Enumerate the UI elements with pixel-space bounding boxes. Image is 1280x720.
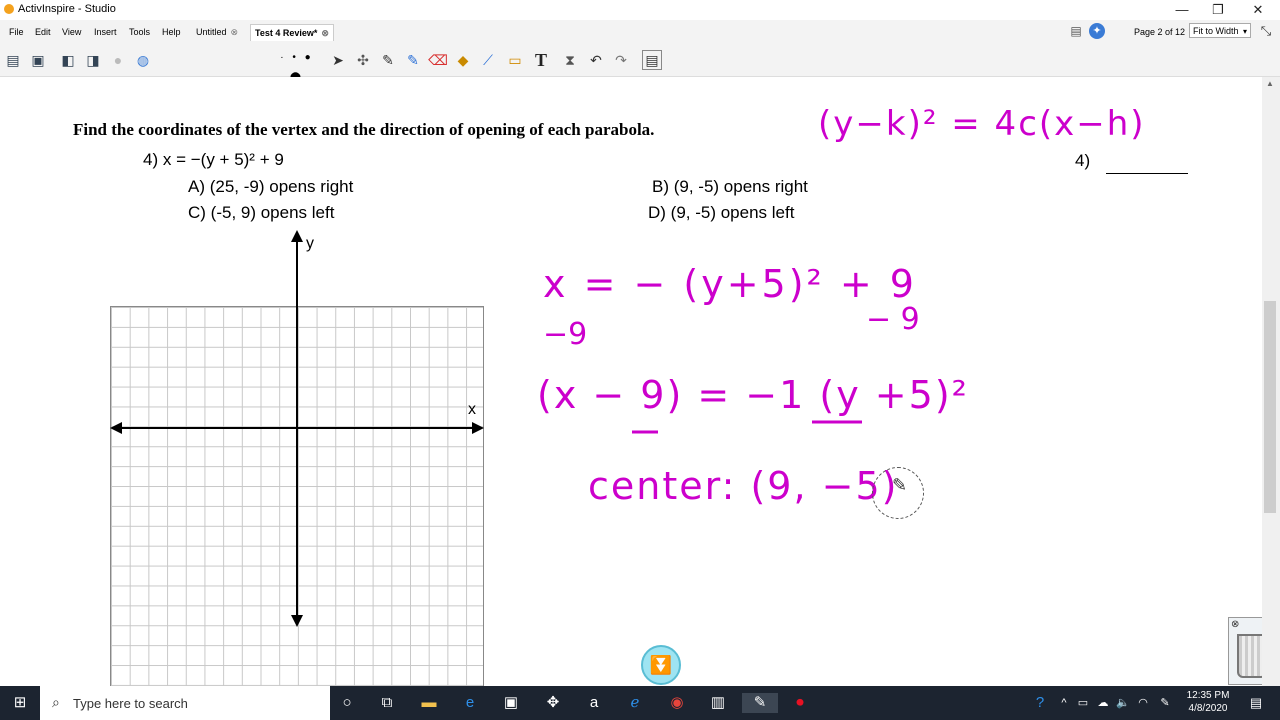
clear-icon[interactable]: ⧗ bbox=[560, 50, 580, 70]
amazon-icon[interactable]: a bbox=[584, 693, 604, 713]
cortana-icon[interactable]: ○ bbox=[337, 693, 357, 713]
taskbar-search[interactable]: ⌕ Type here to search bbox=[40, 686, 330, 720]
title-bar: ActivInspire - Studio — ❐ ✕ bbox=[0, 0, 1280, 20]
page-view-icon[interactable]: ▤ bbox=[1068, 23, 1084, 39]
internet-explorer-icon[interactable]: ℯ bbox=[625, 693, 645, 713]
menu-bar: File Edit View Insert Tools Help Untitle… bbox=[0, 20, 1280, 44]
windows-start-icon[interactable]: ⊞ bbox=[10, 693, 30, 713]
pen-tool-icon[interactable]: ✎ bbox=[378, 50, 398, 70]
scrollbar-thumb[interactable] bbox=[1264, 301, 1276, 513]
activinspire-taskbar-icon[interactable]: ✎ bbox=[742, 693, 778, 713]
menu-tools[interactable]: Tools bbox=[129, 27, 150, 37]
store-icon[interactable]: ▣ bbox=[501, 693, 521, 713]
tab-untitled[interactable]: Untitled ⊗ bbox=[192, 24, 242, 40]
menu-help[interactable]: Help bbox=[162, 27, 181, 37]
clock-date: 4/8/2020 bbox=[1188, 703, 1228, 714]
text-tool-icon[interactable]: T bbox=[531, 50, 551, 70]
task-view-icon[interactable]: ⧉ bbox=[377, 693, 397, 713]
zoom-select[interactable]: Fit to Width bbox=[1189, 23, 1251, 39]
tab-test-4-review[interactable]: Test 4 Review* ⊗ bbox=[250, 24, 334, 41]
pen-workspace-icon[interactable]: ✎ bbox=[1155, 693, 1175, 713]
search-placeholder: Type here to search bbox=[73, 696, 188, 711]
shapes-icon[interactable]: ▭ bbox=[505, 50, 525, 70]
tab-close-icon[interactable]: ⊗ bbox=[231, 27, 239, 37]
pen-cursor-icon: ✎ bbox=[892, 475, 908, 495]
pen-width-selector[interactable]: · • ● ⬤ bbox=[272, 48, 322, 83]
tab-close-icon[interactable]: ⊗ bbox=[321, 28, 329, 38]
menu-insert[interactable]: Insert bbox=[94, 27, 117, 37]
undo-icon[interactable]: ↶ bbox=[586, 50, 606, 70]
vertical-scrollbar[interactable]: ▲ bbox=[1262, 77, 1280, 686]
tab-label: Untitled bbox=[196, 27, 227, 37]
wifi-icon[interactable]: ◠ bbox=[1133, 693, 1153, 713]
tray-overflow-icon[interactable]: ^ bbox=[1054, 693, 1074, 713]
fill-icon[interactable]: ◆ bbox=[453, 50, 473, 70]
building-app-icon[interactable]: ▥ bbox=[708, 693, 728, 713]
tool-icon[interactable]: ✣ bbox=[353, 50, 373, 70]
onedrive-icon[interactable]: ☁ bbox=[1093, 693, 1113, 713]
ink-line-4: center: (9, −5) bbox=[588, 464, 899, 508]
chrome-icon[interactable]: ◉ bbox=[667, 693, 687, 713]
main-toolbar: ▤ ▣ ◧ ◨ ● ◍ · • ● ⬤ ➤ ✣ ✎ ✎ ⌫ ◆ ⟋ ▭ T ⧗ … bbox=[0, 44, 1280, 117]
help-icon[interactable]: ? bbox=[1030, 693, 1050, 713]
restore-icon[interactable]: ❐ bbox=[1200, 1, 1236, 19]
activinspire-app-icon bbox=[4, 4, 14, 14]
page-icon[interactable]: ▤ bbox=[642, 50, 662, 70]
fullscreen-icon[interactable]: ⤡ bbox=[1257, 22, 1275, 40]
trash-close-icon[interactable]: ⊗ bbox=[1231, 619, 1239, 630]
windows-taskbar: ⊞ ⌕ Type here to search ○ ⧉ ▬ e ▣ ✥ a ℯ … bbox=[0, 686, 1280, 720]
menu-file[interactable]: File bbox=[9, 27, 24, 37]
previous-page-icon[interactable]: ◧ bbox=[58, 50, 78, 70]
search-icon: ⌕ bbox=[52, 694, 60, 710]
next-page-icon[interactable]: ◨ bbox=[83, 50, 103, 70]
browser-icon[interactable]: ▤ bbox=[3, 50, 23, 70]
file-explorer-icon[interactable]: ▬ bbox=[419, 693, 439, 713]
menu-edit[interactable]: Edit bbox=[35, 27, 51, 37]
edge-icon[interactable]: e bbox=[460, 693, 480, 713]
ink-underlines bbox=[632, 420, 862, 434]
record-icon[interactable]: ● bbox=[108, 50, 128, 70]
screen-recorder-icon[interactable]: ⏺ bbox=[790, 693, 810, 713]
minimize-icon[interactable]: — bbox=[1164, 1, 1200, 19]
marker-icon[interactable]: ✎ bbox=[403, 50, 423, 70]
tab-label: Test 4 Review* bbox=[255, 28, 318, 38]
select-tool-icon[interactable]: ➤ bbox=[328, 50, 348, 70]
scroll-up-icon[interactable]: ▲ bbox=[1266, 79, 1274, 88]
clock-time: 12:35 PM bbox=[1186, 690, 1230, 701]
window-title: ActivInspire - Studio bbox=[18, 3, 116, 15]
connector-icon[interactable]: ⟋ bbox=[478, 50, 498, 70]
page-indicator: Page 2 of 12 bbox=[1134, 27, 1186, 37]
close-icon[interactable]: ✕ bbox=[1240, 1, 1276, 19]
device-icon[interactable]: ▭ bbox=[1073, 693, 1093, 713]
desktop-annotate-icon[interactable]: ▣ bbox=[28, 50, 48, 70]
system-clock[interactable]: 12:35 PM 4/8/2020 bbox=[1180, 689, 1236, 715]
notifications-icon[interactable]: ▤ bbox=[1246, 693, 1266, 713]
toolbox-toggle-icon[interactable]: ⏬ bbox=[641, 645, 681, 685]
dropbox-icon[interactable]: ✥ bbox=[543, 693, 563, 713]
flipchart-page[interactable]: Find the coordinates of the vertex and t… bbox=[0, 77, 1276, 704]
menu-view[interactable]: View bbox=[62, 27, 81, 37]
eraser-icon[interactable]: ⌫ bbox=[428, 50, 448, 70]
redo-icon[interactable]: ↷ bbox=[611, 50, 631, 70]
volume-icon[interactable]: 🔈 bbox=[1113, 693, 1133, 713]
web-browser-icon[interactable]: ◍ bbox=[133, 50, 153, 70]
dashboard-icon[interactable]: ✦ bbox=[1089, 23, 1105, 39]
